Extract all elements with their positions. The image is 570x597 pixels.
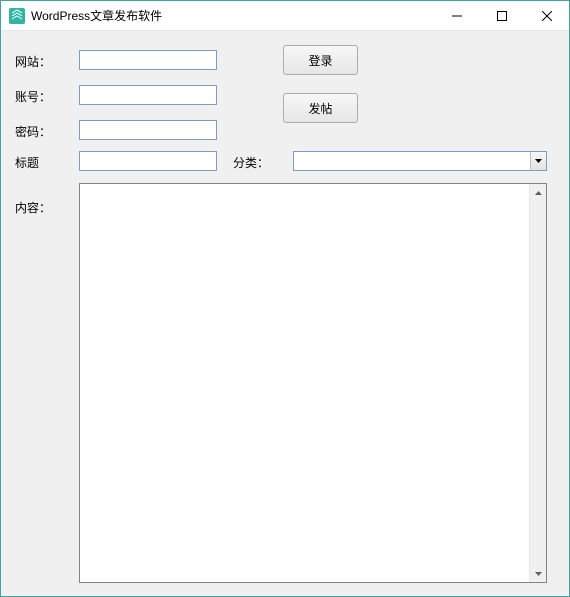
website-label: 网站： [15, 53, 51, 70]
login-button-label: 登录 [308, 52, 332, 69]
content-label: 内容： [15, 199, 51, 216]
close-button[interactable] [524, 1, 569, 30]
client-area: 网站： 账号： 密码： 登录 发帖 标题 分类： 内容： [1, 31, 569, 596]
scroll-up-icon [530, 184, 546, 201]
password-label: 密码： [15, 123, 51, 140]
post-button-label: 发帖 [308, 100, 332, 117]
title-label: 标题 [15, 154, 39, 171]
content-area [79, 183, 547, 583]
post-button[interactable]: 发帖 [283, 93, 358, 123]
password-input[interactable] [79, 120, 217, 140]
category-selected [294, 152, 530, 170]
scroll-down-icon [530, 565, 546, 582]
minimize-button[interactable] [434, 1, 479, 30]
window-controls [434, 1, 569, 30]
login-button[interactable]: 登录 [283, 45, 358, 75]
app-icon [9, 8, 25, 24]
titlebar: WordPress文章发布软件 [1, 1, 569, 31]
category-label: 分类： [233, 154, 269, 171]
app-window: WordPress文章发布软件 网站： 账号： 密码： 登录 发帖 标题 [0, 0, 570, 597]
content-textarea[interactable] [80, 184, 529, 582]
website-input[interactable] [79, 50, 217, 70]
account-input[interactable] [79, 85, 217, 105]
title-input[interactable] [79, 151, 217, 171]
content-scrollbar[interactable] [529, 184, 546, 582]
window-title: WordPress文章发布软件 [31, 7, 434, 24]
maximize-button[interactable] [479, 1, 524, 30]
category-combobox[interactable] [293, 151, 547, 171]
chevron-down-icon [530, 152, 546, 170]
account-label: 账号： [15, 88, 51, 105]
